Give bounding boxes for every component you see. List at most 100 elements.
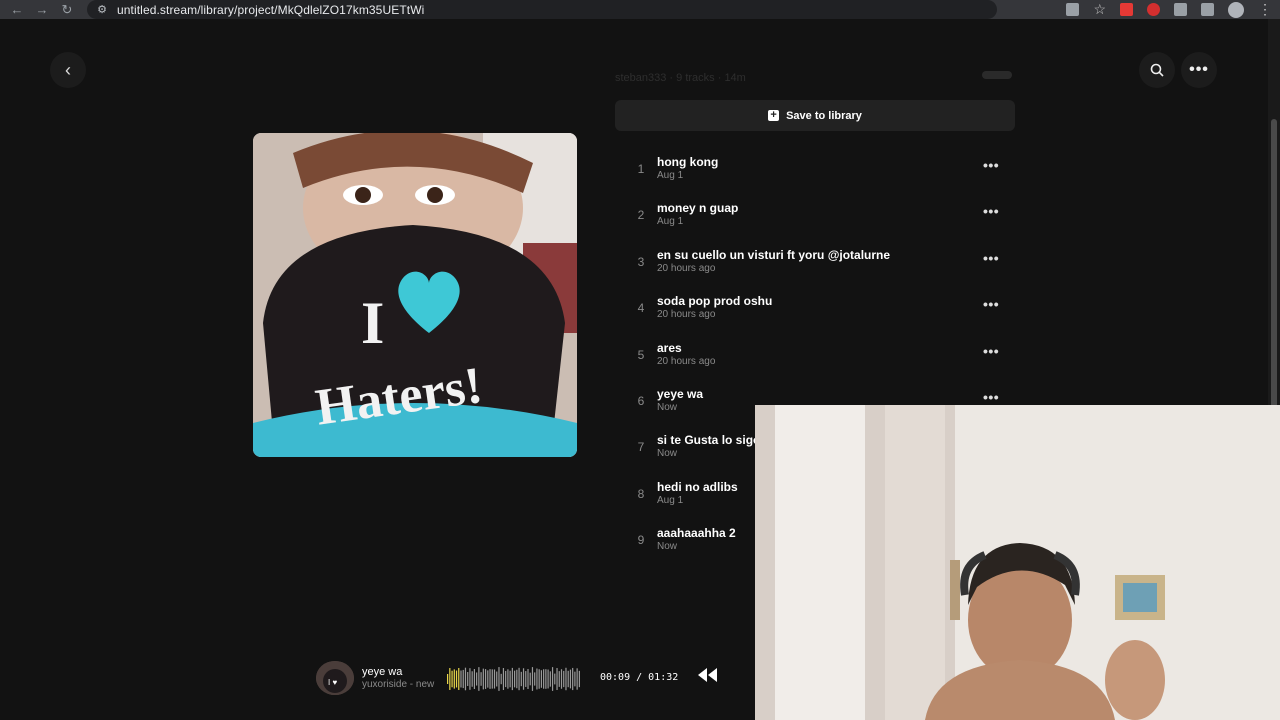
media-controls-icon[interactable] xyxy=(1201,3,1214,16)
track-row[interactable]: 4 soda pop prod oshu 20 hours ago ••• xyxy=(615,284,1015,330)
search-icon[interactable] xyxy=(1139,52,1175,88)
waveform-bar xyxy=(484,669,487,689)
waveform-bar xyxy=(458,668,460,690)
waveform-bar xyxy=(514,670,516,688)
track-date: Aug 1 xyxy=(657,494,684,506)
waveform-bar xyxy=(545,669,547,689)
track-date: 20 hours ago xyxy=(657,309,716,321)
waveform-bar xyxy=(578,670,580,688)
waveform-bar xyxy=(447,674,449,684)
track-number: 6 xyxy=(637,393,645,408)
waveform-bar xyxy=(498,667,500,691)
waveform-bar xyxy=(556,668,558,690)
extension-icon[interactable] xyxy=(1120,3,1133,16)
player-bar: I ♥ yeye wa yuxoriside - new 00:09 / 01:… xyxy=(316,659,756,699)
player-track-subtitle: yuxoriside - new xyxy=(362,679,435,690)
address-bar[interactable]: ⚙ untitled.stream/library/project/MkQdle… xyxy=(87,0,997,19)
track-title: si te Gusta lo sigo xyxy=(657,433,761,448)
browser-menu-icon[interactable]: ⋮ xyxy=(1258,1,1272,18)
track-title: aaahaaahha 2 xyxy=(657,526,736,541)
rewind-icon[interactable] xyxy=(698,668,718,685)
track-row[interactable]: 3 en su cuello un visturi ft yoru @jotalu… xyxy=(615,238,1015,284)
browser-back-icon[interactable]: ← xyxy=(9,2,25,18)
waveform-bar xyxy=(518,667,520,691)
track-more-icon[interactable]: ••• xyxy=(983,157,999,173)
extension-icon[interactable] xyxy=(1147,3,1160,16)
extensions-puzzle-icon[interactable] xyxy=(1174,3,1187,16)
waveform-bar xyxy=(462,669,464,689)
waveform-bar xyxy=(529,672,531,686)
track-more-icon[interactable]: ••• xyxy=(983,343,999,359)
waveform-bar xyxy=(505,670,507,688)
waveform-bar xyxy=(493,669,496,689)
track-number: 1 xyxy=(637,162,645,176)
track-number: 7 xyxy=(637,440,645,455)
waveform-bar xyxy=(469,668,471,690)
waveform-bar xyxy=(491,669,493,689)
waveform-bar xyxy=(563,670,565,688)
svg-text:I ♥: I ♥ xyxy=(328,678,337,687)
track-title: hedi no adlibs xyxy=(657,479,738,494)
waveform-scrubber[interactable] xyxy=(447,665,581,693)
browser-forward-icon[interactable]: → xyxy=(34,2,50,18)
waveform-bar xyxy=(569,669,572,689)
waveform-bar xyxy=(460,670,462,688)
player-track-title: yeye wa xyxy=(362,666,403,678)
waveform-bar xyxy=(507,669,509,689)
waveform-bar xyxy=(525,671,527,687)
player-time: 00:09 / 01:32 xyxy=(600,672,679,683)
waveform-bar xyxy=(531,667,534,691)
plus-square-icon: + xyxy=(768,110,780,121)
browser-toolbar: ← → ↻ ⚙ untitled.stream/library/project/… xyxy=(0,0,1280,19)
waveform-bar xyxy=(560,669,563,689)
waveform-bar xyxy=(549,671,551,687)
save-to-library-button[interactable]: + Save to library xyxy=(615,100,1015,131)
player-cover-art[interactable]: I ♥ xyxy=(316,661,354,695)
waveform-bar xyxy=(500,673,502,685)
more-horizontal-icon[interactable]: ••• xyxy=(1181,52,1217,88)
waveform-bar xyxy=(574,671,576,687)
track-more-icon[interactable]: ••• xyxy=(983,250,999,266)
header-pill[interactable] xyxy=(982,71,1012,79)
browser-reload-icon[interactable]: ↻ xyxy=(59,2,75,18)
track-number: 8 xyxy=(637,486,645,501)
url-text: untitled.stream/library/project/MkQdlelZ… xyxy=(117,2,425,17)
waveform-bar xyxy=(565,667,567,691)
chevron-left-icon[interactable]: ‹ xyxy=(50,52,86,88)
waveform-bar xyxy=(502,668,505,690)
track-number: 4 xyxy=(637,301,645,316)
waveform-bar xyxy=(543,669,545,689)
bookmark-star-icon[interactable]: ☆ xyxy=(1093,1,1106,18)
track-row[interactable]: 2 money n guap Aug 1 ••• xyxy=(615,191,1015,237)
track-title: hong kong xyxy=(657,155,719,169)
track-date: Now xyxy=(657,541,678,553)
save-to-library-label: Save to library xyxy=(786,109,862,122)
waveform-bar xyxy=(473,669,475,689)
waveform-bar xyxy=(551,667,554,691)
waveform-bar xyxy=(572,667,574,691)
scrollbar-thumb[interactable] xyxy=(1271,119,1277,419)
waveform-bar xyxy=(482,668,484,690)
waveform-bar xyxy=(453,669,455,689)
waveform-bar xyxy=(451,670,453,688)
profile-avatar[interactable] xyxy=(1228,1,1244,18)
track-more-icon[interactable]: ••• xyxy=(983,389,999,405)
waveform-bar xyxy=(576,668,578,690)
translate-icon[interactable] xyxy=(1066,3,1080,16)
track-row[interactable]: 5 ares 20 hours ago ••• xyxy=(615,331,1015,377)
track-title: ares xyxy=(657,340,682,355)
webcam-overlay xyxy=(755,405,1280,720)
waveform-bar xyxy=(476,672,478,686)
waveform-bar xyxy=(516,669,518,689)
site-settings-icon[interactable]: ⚙ xyxy=(95,3,109,17)
waveform-bar xyxy=(509,670,511,688)
track-row[interactable]: 1 hong kong Aug 1 ••• xyxy=(615,145,1015,191)
waveform-bar xyxy=(536,668,538,690)
track-number: 3 xyxy=(637,254,645,269)
track-more-icon[interactable]: ••• xyxy=(983,296,999,312)
track-date: 20 hours ago xyxy=(657,355,716,367)
track-date: Aug 1 xyxy=(657,170,684,181)
waveform-bar xyxy=(527,669,529,689)
track-more-icon[interactable]: ••• xyxy=(983,203,999,219)
waveform-bar xyxy=(558,671,560,687)
